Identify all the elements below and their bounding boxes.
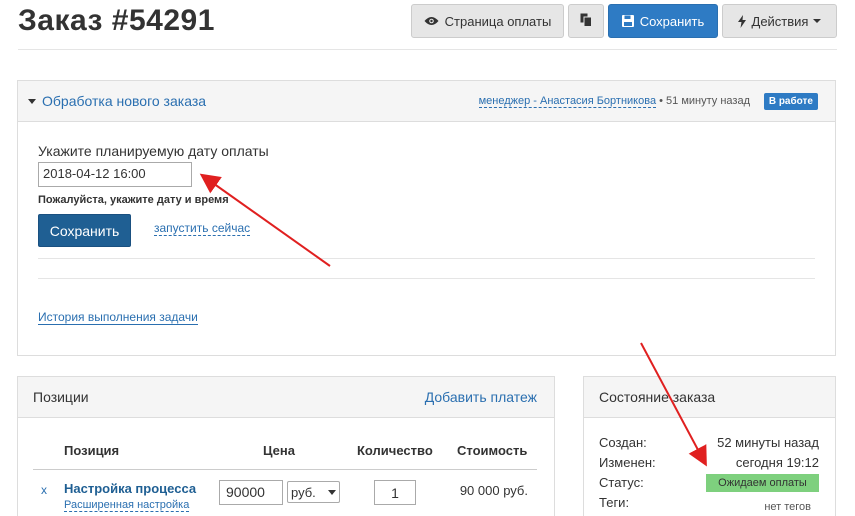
price-input[interactable]: 90000 — [219, 480, 283, 505]
column-header-position: Позиция — [64, 443, 120, 458]
task-status-badge: В работе — [763, 93, 818, 110]
tags-label: Теги: — [599, 495, 630, 510]
caret-down-icon — [813, 19, 822, 23]
task-save-button[interactable]: Сохранить — [38, 214, 131, 247]
eye-icon — [424, 16, 439, 26]
copy-button[interactable] — [568, 4, 604, 38]
order-state-header: Состояние заказа — [584, 377, 835, 418]
actions-label: Действия — [751, 13, 809, 29]
task-manager-link[interactable]: менеджер - Анастасия Бортникова — [478, 95, 657, 108]
toolbar: Страница оплаты Сохранить Действия — [411, 4, 837, 38]
floppy-disk-icon — [621, 15, 634, 27]
task-history-link[interactable]: История выполнения задачи — [38, 310, 198, 325]
modified-value: сегодня 19:12 — [735, 455, 819, 470]
tags-value: нет тегов — [764, 501, 811, 513]
save-button-label: Сохранить — [639, 13, 705, 29]
position-name-link[interactable]: Настройка процесса — [64, 481, 196, 496]
row-total: 90 000 руб. — [459, 483, 528, 498]
created-value: 52 минуты назад — [717, 435, 819, 450]
task-title-toggle[interactable]: Обработка нового заказа — [28, 93, 206, 109]
chevron-down-icon — [328, 489, 336, 495]
task-title: Обработка нового заказа — [42, 93, 207, 109]
quantity-input[interactable]: 1 — [374, 480, 416, 505]
task-panel-header: Обработка нового заказа менеджер - Анаст… — [18, 81, 835, 122]
modified-label: Изменен: — [599, 455, 656, 470]
order-status-badge[interactable]: Ожидаем оплаты — [706, 474, 819, 492]
positions-title: Позиции — [33, 389, 89, 405]
header-divider — [18, 49, 837, 50]
divider — [38, 278, 815, 279]
task-panel: Обработка нового заказа менеджер - Анаст… — [17, 80, 836, 356]
payment-date-input[interactable]: 2018-04-12 16:00 — [38, 162, 192, 187]
positions-panel: Позиции Добавить платеж Позиция Цена Кол… — [17, 376, 555, 516]
column-header-total: Стоимость — [457, 443, 528, 458]
add-payment-link[interactable]: Добавить платеж — [425, 389, 537, 405]
positions-panel-header: Позиции Добавить платеж — [18, 377, 554, 418]
divider — [38, 258, 815, 259]
table-header-rule — [33, 469, 537, 470]
bolt-icon — [737, 14, 746, 28]
page-title: Заказ #54291 — [18, 4, 215, 37]
order-state-title: Состояние заказа — [599, 389, 716, 405]
task-meta: менеджер - Анастасия Бортникова • 51 мин… — [478, 95, 750, 108]
remove-row-button[interactable]: x — [41, 483, 47, 497]
actions-dropdown-button[interactable]: Действия — [722, 4, 837, 38]
position-sub-link[interactable]: Расширенная настройка — [64, 499, 190, 512]
run-now-link[interactable]: запустить сейчас — [154, 221, 251, 236]
payment-page-button[interactable]: Страница оплаты — [411, 4, 564, 38]
copy-icon — [580, 13, 592, 30]
task-time-ago: • 51 минуту назад — [659, 95, 750, 107]
currency-select[interactable]: руб. — [287, 481, 340, 503]
status-label: Статус: — [599, 475, 644, 490]
column-header-price: Цена — [263, 443, 295, 458]
created-label: Создан: — [599, 435, 647, 450]
currency-value: руб. — [291, 484, 316, 500]
collapse-caret-icon — [28, 98, 36, 104]
order-state-panel: Состояние заказа Создан: 52 минуты назад… — [583, 376, 836, 516]
save-button[interactable]: Сохранить — [608, 4, 718, 38]
column-header-quantity: Количество — [357, 443, 433, 458]
payment-date-label: Укажите планируемую дату оплаты — [38, 143, 269, 159]
payment-page-label: Страница оплаты — [444, 13, 552, 29]
payment-date-help: Пожалуйста, укажите дату и время — [38, 194, 229, 206]
